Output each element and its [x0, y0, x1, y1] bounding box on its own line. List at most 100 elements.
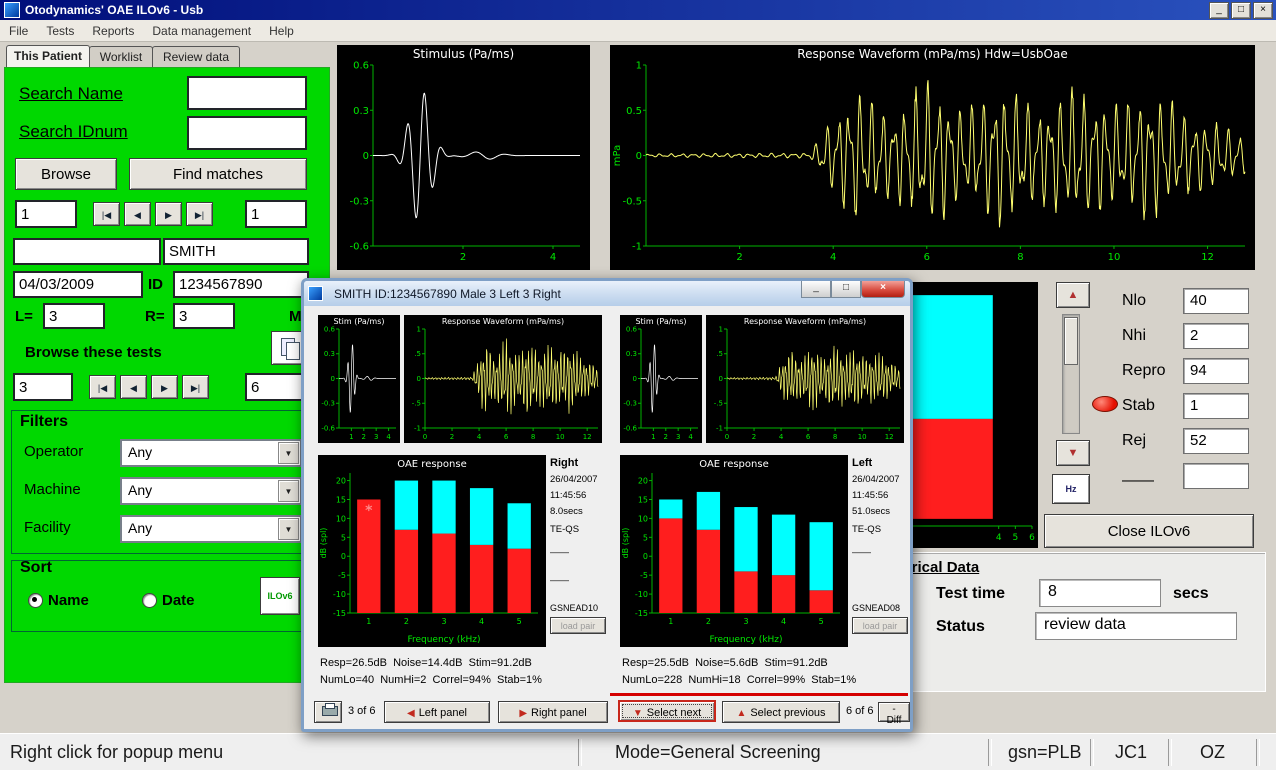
- machine-dropdown[interactable]: Any ▼: [120, 477, 302, 505]
- operator-dropdown[interactable]: Any ▼: [120, 439, 302, 467]
- svg-text:-.5: -.5: [412, 400, 421, 408]
- find-matches-button[interactable]: Find matches: [129, 158, 307, 190]
- svg-text:-0.3: -0.3: [321, 400, 335, 408]
- record-prev-button[interactable]: ◀: [124, 202, 151, 226]
- filters-group: Filters Operator Any ▼ Machine Any ▼ Fac…: [11, 410, 309, 554]
- sort-name-label: Name: [48, 592, 89, 609]
- svg-text:8: 8: [531, 433, 535, 441]
- test-code: GSNEAD10: [550, 603, 610, 613]
- test-current-input[interactable]: [13, 373, 73, 401]
- menu-reports[interactable]: Reports: [83, 22, 143, 40]
- svg-text:-0.3: -0.3: [623, 400, 637, 408]
- left-count-input[interactable]: [43, 303, 105, 329]
- test-first-button[interactable]: |◀: [89, 375, 116, 399]
- test-date: 26/04/2007: [852, 474, 912, 485]
- svg-text:8: 8: [833, 433, 837, 441]
- menu-help[interactable]: Help: [260, 22, 303, 40]
- record-total-input[interactable]: [245, 200, 307, 228]
- facility-dropdown[interactable]: Any ▼: [120, 515, 302, 543]
- chevron-down-icon[interactable]: ▼: [278, 480, 299, 502]
- left-panel-button[interactable]: ◀Left panel: [384, 701, 490, 723]
- svg-text:Frequency (kHz): Frequency (kHz): [709, 635, 782, 645]
- record-last-button[interactable]: ▶|: [186, 202, 213, 226]
- menu-data-management[interactable]: Data management: [143, 22, 260, 40]
- surname-input[interactable]: [163, 238, 309, 265]
- sort-date-radio[interactable]: [142, 593, 157, 608]
- first-test-icon: |◀: [98, 383, 107, 393]
- status-bar: Right click for popup menu Mode=General …: [0, 733, 1276, 770]
- maximize-button[interactable]: □: [1231, 2, 1251, 19]
- svg-text:dB (spl): dB (spl): [621, 528, 630, 559]
- record-current-input[interactable]: [15, 200, 77, 228]
- stim-chart-left-ear: Stim (Pa/ms)0.60.30-0.3-0.61234: [620, 315, 702, 443]
- svg-text:5: 5: [819, 617, 824, 626]
- svg-text:.5: .5: [716, 350, 723, 358]
- browse-button[interactable]: Browse: [15, 158, 117, 190]
- sort-name-radio[interactable]: [28, 593, 43, 608]
- svg-text:6: 6: [806, 433, 811, 441]
- record-first-button[interactable]: |◀: [93, 202, 120, 226]
- svg-text:4: 4: [386, 433, 391, 441]
- dob-input[interactable]: [13, 271, 143, 298]
- svg-text:10: 10: [858, 433, 867, 441]
- left-count-label: L=: [15, 308, 33, 325]
- print-button[interactable]: [314, 701, 342, 723]
- first-record-icon: |◀: [102, 210, 111, 220]
- svg-text:5: 5: [341, 533, 346, 542]
- tab-worklist[interactable]: Worklist: [89, 46, 153, 68]
- response-chart-left-ear: Response Waveform (mPa/ms)1.50-.5-102468…: [706, 315, 904, 443]
- test-total-input[interactable]: [245, 373, 307, 401]
- operator-value: Any: [128, 444, 152, 460]
- load-pair-button[interactable]: load pair: [852, 617, 908, 634]
- slider-thumb[interactable]: [1064, 317, 1078, 365]
- review-close-button[interactable]: ×: [861, 281, 905, 298]
- tab-this-patient[interactable]: This Patient: [6, 45, 90, 68]
- diff-button[interactable]: -Diff: [878, 702, 910, 722]
- svg-text:-10: -10: [333, 590, 346, 599]
- svg-text:Response Waveform (mPa/ms): Response Waveform (mPa/ms): [744, 317, 866, 326]
- id-input[interactable]: [173, 271, 309, 298]
- chevron-down-icon[interactable]: ▼: [278, 518, 299, 540]
- menu-tests[interactable]: Tests: [37, 22, 83, 40]
- search-name-input[interactable]: [187, 76, 307, 110]
- close-button[interactable]: ×: [1253, 2, 1273, 19]
- right-panel-button[interactable]: ▶Right panel: [498, 701, 608, 723]
- svg-text:6: 6: [1029, 533, 1035, 543]
- hz-icon: Hz: [1066, 484, 1077, 494]
- close-icon: ×: [880, 282, 886, 293]
- vertical-slider[interactable]: [1062, 314, 1080, 434]
- select-next-button[interactable]: ▼Select next: [618, 700, 716, 722]
- close-ilov6-button[interactable]: Close ILOv6: [1044, 514, 1254, 548]
- test-next-button[interactable]: ▶: [151, 375, 178, 399]
- svg-text:4: 4: [550, 252, 556, 263]
- svg-text:4: 4: [477, 433, 482, 441]
- last-record-icon: ▶|: [195, 210, 204, 220]
- firstname-input[interactable]: [13, 238, 161, 265]
- maximize-icon: □: [843, 282, 849, 293]
- chevron-down-icon[interactable]: ▼: [278, 442, 299, 464]
- review-maximize-button[interactable]: □: [831, 281, 861, 298]
- search-idnum-input[interactable]: [187, 116, 307, 150]
- test-last-button[interactable]: ▶|: [182, 375, 209, 399]
- review-minimize-button[interactable]: _: [801, 281, 831, 298]
- svg-text:4: 4: [479, 617, 484, 626]
- svg-text:1: 1: [651, 433, 655, 441]
- svg-text:2: 2: [460, 252, 466, 263]
- ilov6-logo-button[interactable]: ILOv6: [260, 577, 300, 615]
- tab-review-data[interactable]: Review data: [152, 46, 240, 68]
- select-previous-button[interactable]: ▲Select previous: [722, 701, 840, 723]
- facility-label: Facility: [24, 519, 71, 536]
- scroll-up-button[interactable]: ▲: [1056, 282, 1090, 308]
- svg-text:3: 3: [374, 433, 378, 441]
- menu-file[interactable]: File: [0, 22, 37, 40]
- frequency-analysis-button[interactable]: Hz: [1052, 474, 1090, 504]
- scroll-down-button[interactable]: ▼: [1056, 440, 1090, 466]
- record-next-button[interactable]: ▶: [155, 202, 182, 226]
- load-pair-button[interactable]: load pair: [550, 617, 606, 634]
- stab-value: 1: [1183, 393, 1249, 419]
- test-code: GSNEAD08: [852, 603, 912, 613]
- test-prev-button[interactable]: ◀: [120, 375, 147, 399]
- review-title-bar[interactable]: SMITH ID:1234567890 Male 3 Left 3 Right …: [304, 281, 910, 306]
- minimize-button[interactable]: _: [1209, 2, 1229, 19]
- right-count-input[interactable]: [173, 303, 235, 329]
